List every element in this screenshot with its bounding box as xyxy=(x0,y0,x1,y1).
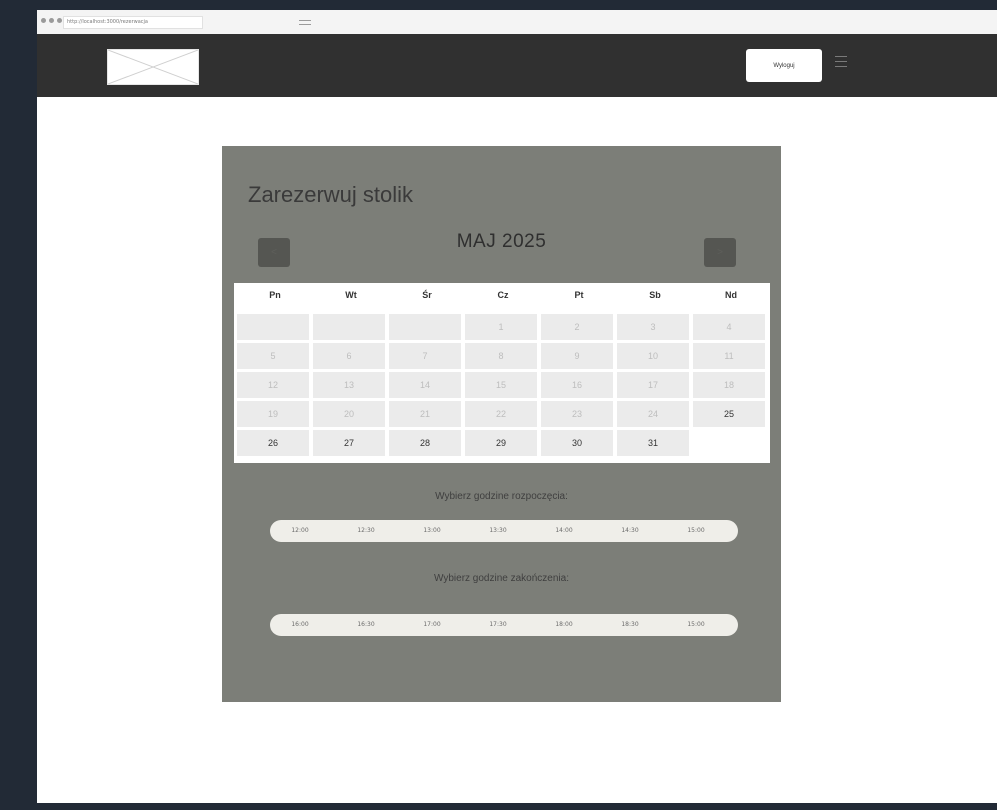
month-label: MAJ 2025 xyxy=(456,231,547,247)
calendar-day-15: 15 xyxy=(465,372,537,398)
calendar-day-30[interactable]: 30 xyxy=(541,430,613,456)
window-minimize-dot[interactable] xyxy=(49,18,54,23)
browser-window: http://localhost:3000/rezerwacja Wyloguj… xyxy=(37,10,997,803)
calendar-day-6: 6 xyxy=(313,343,385,369)
weekday-label: Nd xyxy=(725,290,737,300)
end-time-label: Wybierz godzine zakończenia: xyxy=(434,573,569,584)
end-time-selector: 16:00 16:30 17:00 17:30 18:00 18:30 15:00 xyxy=(270,614,738,636)
browser-menu-icon[interactable] xyxy=(299,20,311,28)
calendar-day-2: 2 xyxy=(541,314,613,340)
address-bar[interactable]: http://localhost:3000/rezerwacja xyxy=(63,16,203,29)
calendar-days-grid: 1 2 3 4 5 6 7 8 9 10 11 12 13 14 15 16 17 18 19 20 21 22 23 24 2… xyxy=(237,314,765,456)
calendar-day-empty xyxy=(693,430,765,456)
calendar-day-16: 16 xyxy=(541,372,613,398)
calendar-day-5: 5 xyxy=(237,343,309,369)
time-slot[interactable]: 15:00 xyxy=(676,520,716,542)
calendar-day-13: 13 xyxy=(313,372,385,398)
time-slot[interactable]: 18:00 xyxy=(544,614,584,636)
hamburger-menu-icon[interactable] xyxy=(835,56,847,71)
logo-placeholder[interactable] xyxy=(107,49,199,85)
calendar-day-24: 24 xyxy=(617,401,689,427)
calendar-day-10: 10 xyxy=(617,343,689,369)
calendar-day-11: 11 xyxy=(693,343,765,369)
calendar-day-4: 4 xyxy=(693,314,765,340)
calendar-day-17: 17 xyxy=(617,372,689,398)
window-maximize-dot[interactable] xyxy=(57,18,62,23)
calendar-day-empty xyxy=(313,314,385,340)
time-slot[interactable]: 14:30 xyxy=(610,520,650,542)
time-slot[interactable]: 18:30 xyxy=(610,614,650,636)
calendar-day-27[interactable]: 27 xyxy=(313,430,385,456)
weekday-label: Śr xyxy=(422,290,432,300)
start-time-selector: 12:00 12:30 13:00 13:30 14:00 14:30 15:00 xyxy=(270,520,738,542)
calendar-day-21: 21 xyxy=(389,401,461,427)
time-slot[interactable]: 12:30 xyxy=(346,520,386,542)
calendar-day-20: 20 xyxy=(313,401,385,427)
calendar-day-23: 23 xyxy=(541,401,613,427)
next-month-button[interactable]: > xyxy=(704,238,736,267)
chevron-right-icon: > xyxy=(717,247,723,258)
weekday-label: Pn xyxy=(269,290,281,300)
calendar: Pn Wt Śr Cz Pt Sb Nd 1 2 3 4 5 6 7 8 9 10 11 12 13 14 15 16 17… xyxy=(234,283,770,463)
page-title: Zarezerwuj stolik xyxy=(248,182,414,207)
calendar-day-7: 7 xyxy=(389,343,461,369)
time-slot[interactable]: 12:00 xyxy=(280,520,320,542)
calendar-day-18: 18 xyxy=(693,372,765,398)
calendar-day-8: 8 xyxy=(465,343,537,369)
time-slot[interactable]: 17:30 xyxy=(478,614,518,636)
reservation-panel: Zarezerwuj stolik < MAJ 2025 > Pn Wt Śr Cz P… xyxy=(222,146,781,702)
time-slot[interactable]: 13:30 xyxy=(478,520,518,542)
calendar-day-31[interactable]: 31 xyxy=(617,430,689,456)
time-slot[interactable]: 16:00 xyxy=(280,614,320,636)
calendar-day-25[interactable]: 25 xyxy=(693,401,765,427)
weekday-label: Cz xyxy=(497,290,509,300)
weekday-label: Pt xyxy=(574,290,584,300)
weekday-label: Wt xyxy=(345,290,357,300)
time-slot[interactable]: 17:00 xyxy=(412,614,452,636)
time-slot[interactable]: 15:00 xyxy=(676,614,716,636)
calendar-day-19: 19 xyxy=(237,401,309,427)
site-header: Wyloguj xyxy=(37,34,997,97)
window-close-dot[interactable] xyxy=(41,18,46,23)
calendar-day-3: 3 xyxy=(617,314,689,340)
window-controls xyxy=(41,18,62,23)
start-time-label: Wybierz godzine rozpoczęcia: xyxy=(435,491,568,502)
calendar-day-22: 22 xyxy=(465,401,537,427)
calendar-day-1: 1 xyxy=(465,314,537,340)
calendar-day-empty xyxy=(389,314,461,340)
calendar-day-12: 12 xyxy=(237,372,309,398)
time-slot[interactable]: 14:00 xyxy=(544,520,584,542)
weekday-label: Sb xyxy=(649,290,661,300)
time-slot[interactable]: 13:00 xyxy=(412,520,452,542)
chevron-left-icon: < xyxy=(271,247,277,258)
image-placeholder-icon xyxy=(108,50,198,84)
calendar-day-26[interactable]: 26 xyxy=(237,430,309,456)
time-slot[interactable]: 16:30 xyxy=(346,614,386,636)
browser-toolbar: http://localhost:3000/rezerwacja xyxy=(37,10,997,35)
calendar-day-empty xyxy=(237,314,309,340)
calendar-weekday-header: Pn Wt Śr Cz Pt Sb Nd xyxy=(234,288,770,302)
logout-button[interactable]: Wyloguj xyxy=(746,49,822,82)
calendar-day-28[interactable]: 28 xyxy=(389,430,461,456)
calendar-day-14: 14 xyxy=(389,372,461,398)
calendar-day-29[interactable]: 29 xyxy=(465,430,537,456)
calendar-day-9: 9 xyxy=(541,343,613,369)
